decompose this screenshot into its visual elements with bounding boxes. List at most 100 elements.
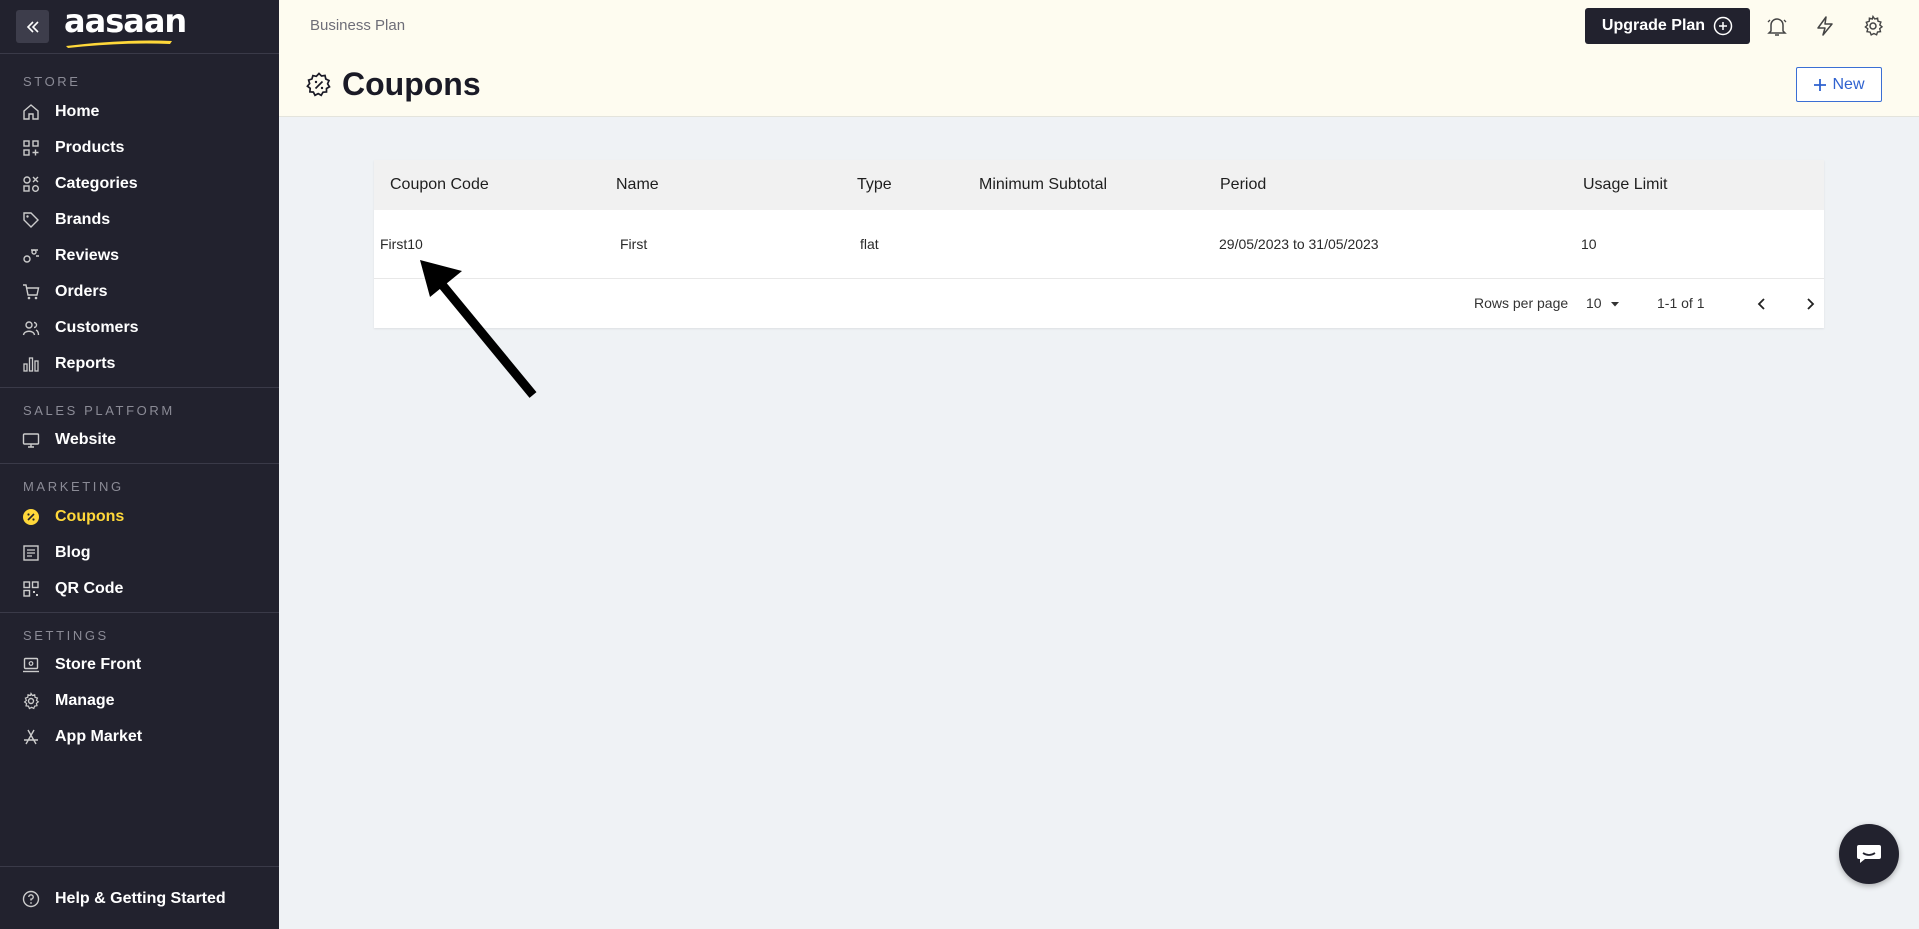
app-store-icon bbox=[22, 728, 40, 746]
sidebar-divider bbox=[0, 612, 279, 613]
section-label-marketing: MARKETING bbox=[23, 479, 124, 494]
monitor-icon bbox=[22, 431, 40, 449]
table-row[interactable]: First10 First flat 29/05/2023 to 31/05/2… bbox=[374, 210, 1824, 279]
sidebar-item-label: Coupons bbox=[55, 508, 125, 525]
home-icon bbox=[22, 103, 40, 121]
sidebar-item-label: Brands bbox=[55, 211, 111, 228]
sidebar-item-help[interactable]: Help & Getting Started bbox=[0, 881, 279, 917]
coupon-badge-icon bbox=[22, 508, 40, 526]
lightning-icon[interactable] bbox=[1813, 14, 1837, 38]
sidebar-item-products[interactable]: Products bbox=[0, 130, 279, 166]
chevron-left-icon bbox=[1757, 298, 1765, 310]
sidebar-item-reports[interactable]: Reports bbox=[0, 346, 279, 382]
new-coupon-button[interactable]: New bbox=[1796, 67, 1882, 102]
sidebar-item-categories[interactable]: Categories bbox=[0, 166, 279, 202]
rows-per-page-label: Rows per page bbox=[1474, 295, 1569, 311]
sidebar-item-label: Products bbox=[55, 139, 125, 156]
page-title: Coupons bbox=[342, 66, 481, 102]
table-header: Coupon Code Name Type Minimum Subtotal P… bbox=[374, 160, 1824, 210]
tag-icon bbox=[22, 211, 40, 229]
settings-gear-icon[interactable] bbox=[1861, 14, 1885, 38]
sidebar-divider bbox=[0, 463, 279, 464]
section-label-store: STORE bbox=[23, 74, 81, 89]
sidebar-item-label: Store Front bbox=[55, 656, 142, 673]
sidebar-item-label: Manage bbox=[55, 692, 115, 709]
annotation-arrow bbox=[420, 260, 537, 398]
logo: aasaan bbox=[64, 5, 187, 48]
sidebar-header: aasaan bbox=[0, 0, 279, 54]
sidebar-item-label: Categories bbox=[55, 175, 138, 192]
table-pagination: Rows per page 10 1-1 of 1 bbox=[374, 279, 1824, 328]
column-header-name[interactable]: Name bbox=[616, 160, 659, 210]
sidebar-item-qr-code[interactable]: QR Code bbox=[0, 571, 279, 607]
previous-page-button[interactable] bbox=[1750, 292, 1774, 316]
logo-text: aasaan bbox=[64, 1, 187, 40]
section-label-sales-platform: SALES PLATFORM bbox=[23, 403, 175, 418]
page-header: Business Plan Upgrade Plan Coupons New bbox=[279, 0, 1919, 117]
sidebar-item-store-front[interactable]: Store Front bbox=[0, 647, 279, 683]
sidebar-item-blog[interactable]: Blog bbox=[0, 535, 279, 571]
column-header-minimum-subtotal[interactable]: Minimum Subtotal bbox=[979, 160, 1107, 210]
document-icon bbox=[22, 544, 40, 562]
next-page-button[interactable] bbox=[1798, 292, 1822, 316]
sidebar-item-label: Website bbox=[55, 431, 117, 448]
coupon-badge-icon bbox=[306, 71, 331, 96]
sidebar-item-brands[interactable]: Brands bbox=[0, 202, 279, 238]
column-header-period[interactable]: Period bbox=[1220, 160, 1266, 210]
qr-code-icon bbox=[22, 580, 40, 598]
double-chevron-left-icon bbox=[26, 20, 39, 33]
gear-icon bbox=[22, 692, 40, 710]
sidebar-item-coupons[interactable]: Coupons bbox=[0, 499, 279, 535]
sidebar-item-label: QR Code bbox=[55, 580, 124, 597]
users-icon bbox=[22, 319, 40, 337]
collapse-sidebar-button[interactable] bbox=[16, 10, 49, 43]
sidebar-item-customers[interactable]: Customers bbox=[0, 310, 279, 346]
new-button-label: New bbox=[1832, 75, 1865, 93]
sidebar-item-home[interactable]: Home bbox=[0, 94, 279, 130]
rows-per-page-value: 10 bbox=[1586, 295, 1602, 311]
cell-period: 29/05/2023 to 31/05/2023 bbox=[1219, 236, 1379, 252]
sidebar-item-reviews[interactable]: Reviews bbox=[0, 238, 279, 274]
sidebar-item-manage[interactable]: Manage bbox=[0, 683, 279, 719]
logo-swoosh bbox=[66, 40, 172, 48]
sidebar-item-orders[interactable]: Orders bbox=[0, 274, 279, 310]
sidebar-item-label: Reviews bbox=[55, 247, 120, 264]
sidebar: aasaan STORE Home Products Categories Br… bbox=[0, 0, 279, 929]
sidebar-item-label: Help & Getting Started bbox=[55, 890, 226, 907]
bell-icon[interactable] bbox=[1765, 14, 1789, 38]
chat-button[interactable] bbox=[1839, 824, 1899, 884]
cell-name: First bbox=[620, 236, 648, 252]
grid-plus-icon bbox=[22, 139, 40, 157]
sidebar-item-label: Reports bbox=[55, 355, 116, 372]
reviews-icon bbox=[22, 247, 40, 265]
cell-usage-limit: 10 bbox=[1581, 236, 1597, 252]
chevron-right-icon bbox=[1807, 298, 1815, 310]
storefront-icon bbox=[22, 656, 40, 674]
sidebar-item-label: Home bbox=[55, 103, 100, 120]
rows-per-page-select[interactable]: 10 bbox=[1586, 279, 1622, 328]
sidebar-item-app-market[interactable]: App Market bbox=[0, 719, 279, 755]
column-header-coupon-code[interactable]: Coupon Code bbox=[390, 160, 489, 210]
upgrade-plan-button[interactable]: Upgrade Plan bbox=[1585, 8, 1750, 44]
cell-type: flat bbox=[860, 236, 879, 252]
sidebar-divider bbox=[0, 387, 279, 388]
plus-icon bbox=[1814, 78, 1827, 91]
pagination-range: 1-1 of 1 bbox=[1657, 295, 1705, 311]
coupons-table: Coupon Code Name Type Minimum Subtotal P… bbox=[374, 160, 1824, 328]
column-header-usage-limit[interactable]: Usage Limit bbox=[1583, 160, 1667, 210]
sidebar-item-label: App Market bbox=[55, 728, 143, 745]
help-circle-icon bbox=[22, 890, 40, 908]
sidebar-item-label: Customers bbox=[55, 319, 139, 336]
sidebar-item-website[interactable]: Website bbox=[0, 422, 279, 458]
sidebar-item-label: Blog bbox=[55, 544, 91, 561]
sidebar-divider bbox=[0, 866, 279, 867]
sidebar-item-label: Orders bbox=[55, 283, 108, 300]
upgrade-plan-label: Upgrade Plan bbox=[1601, 17, 1706, 34]
plus-circle-icon bbox=[1713, 16, 1733, 36]
chat-bubble-icon bbox=[1857, 845, 1881, 863]
cart-icon bbox=[22, 283, 40, 301]
bar-chart-icon bbox=[22, 355, 40, 373]
column-header-type[interactable]: Type bbox=[857, 160, 892, 210]
caret-down-icon bbox=[1610, 301, 1619, 306]
shapes-icon bbox=[22, 175, 40, 193]
